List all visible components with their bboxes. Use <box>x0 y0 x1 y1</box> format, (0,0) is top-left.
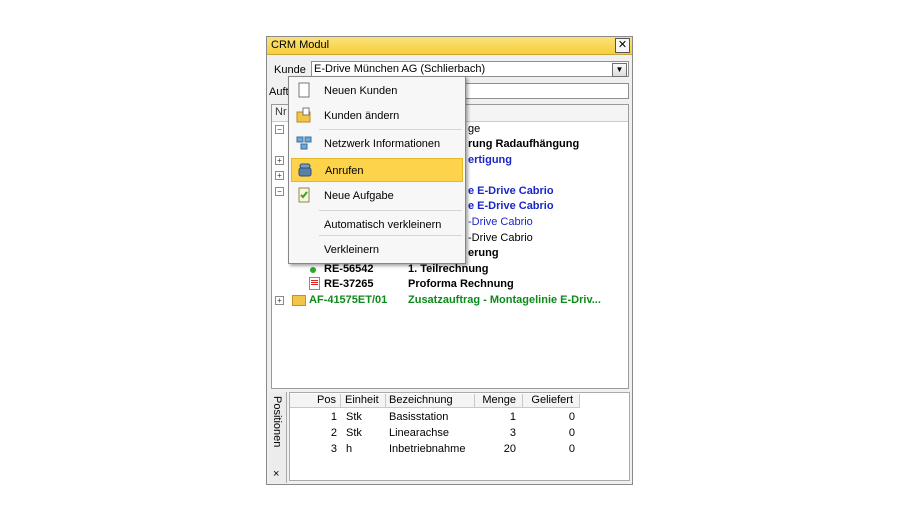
column-header-pos[interactable]: Pos <box>290 394 341 408</box>
close-button[interactable]: ✕ <box>615 38 630 53</box>
menu-separator <box>319 129 462 130</box>
task-icon <box>298 187 310 203</box>
menu-item-kunden-aendern[interactable]: Kunden ändern <box>291 104 463 128</box>
menu-item-automatisch-verkleinern[interactable]: Automatisch verkleinern <box>291 213 463 237</box>
phone-icon <box>298 163 312 177</box>
expand-icon[interactable]: + <box>275 296 284 305</box>
menu-item-verkleinern[interactable]: Verkleinern <box>291 238 463 262</box>
column-header-menge[interactable]: Menge <box>475 394 523 408</box>
column-header-geliefert[interactable]: Geliefert <box>523 394 580 408</box>
tree-row[interactable]: RE-37265 Proforma Rechnung <box>272 277 626 292</box>
collapse-icon[interactable]: − <box>275 125 284 134</box>
menu-item-neue-aufgabe[interactable]: Neue Aufgabe <box>291 184 463 208</box>
positions-grid[interactable]: Pos Einheit Bezeichnung Menge Geliefert … <box>289 392 630 481</box>
tree-row[interactable]: RE-56542 1. Teilrechnung <box>272 262 626 277</box>
expand-icon[interactable]: + <box>275 171 284 180</box>
menu-separator <box>319 235 462 236</box>
folder-icon <box>292 295 306 306</box>
expand-icon[interactable]: + <box>275 156 284 165</box>
window-title: CRM Modul <box>271 39 330 51</box>
positions-panel: Positionen × Pos Einheit Bezeichnung Men… <box>269 392 630 483</box>
context-menu: Neuen Kunden Kunden ändern Netzwerk Info… <box>288 76 466 264</box>
folder-edit-icon <box>296 107 311 123</box>
menu-item-neuen-kunden[interactable]: Neuen Kunden <box>291 79 463 103</box>
collapse-icon[interactable]: − <box>275 187 284 196</box>
kunde-combobox[interactable]: E-Drive München AG (Schlierbach) ▼ <box>311 61 629 77</box>
network-icon <box>296 136 312 150</box>
tree-row[interactable]: + AF-41575ET/01 Zusatzauftrag - Montagel… <box>272 293 626 308</box>
status-dot-icon <box>310 267 316 273</box>
auftrag-field[interactable] <box>465 83 629 99</box>
auftrag-label: Auft <box>269 86 289 98</box>
menu-item-netzwerk-informationen[interactable]: Netzwerk Informationen <box>291 132 463 156</box>
positionen-tab[interactable]: Positionen × <box>269 392 287 483</box>
invoice-document-icon <box>309 277 320 290</box>
tree-header-nr: Nr <box>275 106 287 118</box>
kunde-label: Kunde <box>274 64 306 76</box>
menu-separator <box>319 210 462 211</box>
close-icon[interactable]: × <box>273 468 279 480</box>
column-header-einheit[interactable]: Einheit <box>341 394 386 408</box>
menu-item-anrufen[interactable]: Anrufen <box>291 158 463 182</box>
new-document-icon <box>298 82 310 98</box>
kunde-value: E-Drive München AG (Schlierbach) <box>314 63 486 75</box>
title-bar[interactable]: CRM Modul ✕ <box>267 37 632 55</box>
chevron-down-icon[interactable]: ▼ <box>612 63 627 77</box>
positionen-tab-label: Positionen <box>271 396 283 448</box>
column-header-bezeichnung[interactable]: Bezeichnung <box>386 394 475 408</box>
